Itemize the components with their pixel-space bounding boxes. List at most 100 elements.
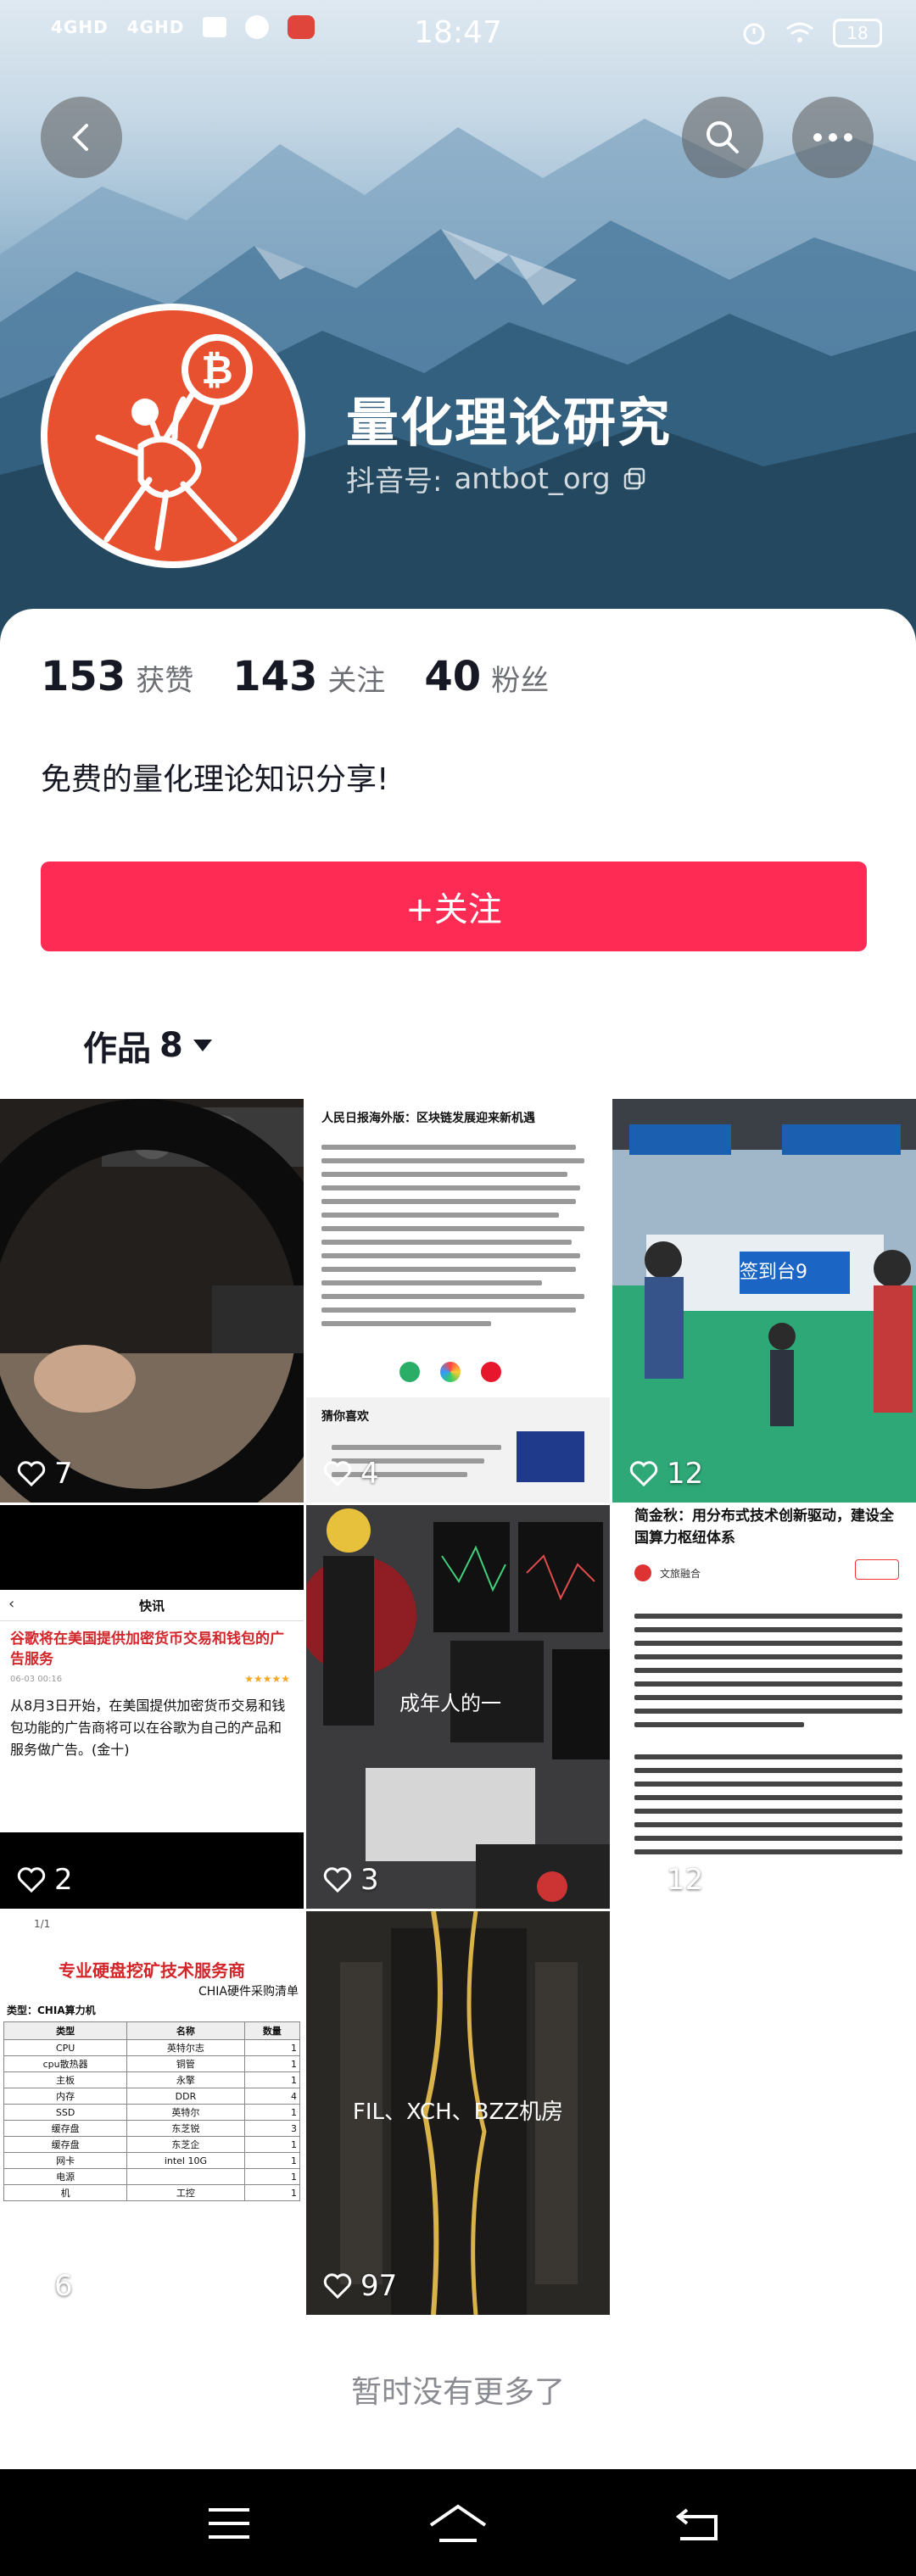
post-thumbnail-4[interactable]: ‹ 快讯 谷歌将在美国提供加密货币交易和钱包的广告服务 06-03 00:16 … [0,1505,304,1909]
hardware-table-cell: 英特尔 [126,2104,245,2121]
wifi-icon [786,22,813,42]
svg-text:₿: ₿ [201,347,233,393]
heart-icon [17,1867,46,1893]
stat-following[interactable]: 143 关注 [232,653,385,700]
post-thumbnail-2[interactable]: 人民日报海外版：区块链发展迎来新机遇 猜你喜欢 4 [306,1099,610,1503]
back-nav-icon[interactable] [673,2505,721,2542]
stat-following-count: 143 [232,653,318,700]
post-thumbnail-8[interactable]: FIL、XCH、BZZ机房 97 [306,1911,610,2315]
post-likes-count-6: 12 [667,1863,704,1897]
works-label: 作品 [83,1029,151,1068]
post-likes-count-4: 2 [54,1863,73,1897]
search-button[interactable] [682,97,763,178]
heart-icon [17,2273,46,2299]
hardware-table-row: cpu散热器 铜管 1 [3,2055,301,2072]
back-button[interactable] [41,97,122,178]
post-7-type: 类型：CHIA算力机 [7,2004,96,2016]
stat-likes-label: 获赞 [136,664,194,698]
post-4-headline: 谷歌将在美国提供加密货币交易和钱包的广告服务 [10,1631,284,1668]
hardware-table-row: 缓存盘 东芝锐 3 [3,2120,301,2137]
system-nav-bar [0,2469,916,2576]
copy-icon[interactable] [623,467,646,491]
battery-indicator: 18 [833,19,882,47]
hardware-table-row: CPU 英特尔志 1 [3,2039,301,2056]
recommend-thumbnail [517,1431,584,1482]
hardware-table-cell: 内存 [3,2088,128,2105]
post-likes-count-7: 6 [54,2269,73,2303]
menu-icon[interactable] [207,2506,251,2540]
more-options-button[interactable] [792,97,874,178]
hardware-table-cell: 东芝锐 [126,2120,245,2137]
handle-label: 抖音号: [346,465,443,499]
profile-name: 量化理论研究 [346,392,673,454]
post-7-subheader: CHIA硬件采购清单 [198,1985,299,1999]
hardware-table-cell: 永擎 [126,2071,245,2088]
heart-icon [323,2273,352,2299]
post-4-body: 从8月3日开始，在美国提供加密货币交易和钱包功能的广告商将可以在谷歌为自己的产品… [10,1698,286,1758]
hardware-table-cell: CPU [3,2039,128,2056]
hardware-table-cell: cpu散热器 [3,2055,128,2072]
post-5-overlay: 成年人的一 [399,1692,501,1715]
hardware-table-cell: 4 [243,2088,301,2105]
hardware-table-cell [126,2168,245,2185]
hardware-table-row: 机工控 1 [3,2184,301,2201]
hardware-table-row: SSD 英特尔 1 [3,2104,301,2121]
profile-handle: 抖音号: antbot_org [346,458,646,499]
profile-cover: 4GHD 4GHD 18:47 18 ₿ 量化理论研究 抖音号: antbot_… [0,0,916,644]
profile-bio: 免费的量化理论知识分享! [41,762,389,797]
post-4-screenshot: ‹ 快讯 谷歌将在美国提供加密货币交易和钱包的广告服务 06-03 00:16 … [0,1590,304,1832]
post-thumbnail-7[interactable]: 1/1 专业硬盘挖矿技术服务商 CHIA硬件采购清单 类型：CHIA算力机 类型… [0,1911,304,2315]
back-arrow-icon [72,124,88,151]
hardware-table-header: 数量 [243,2021,301,2040]
car-steering-wheel-image [0,1099,304,1503]
post-likes-count-5: 3 [360,1863,379,1897]
hardware-table-row: 主板 永擎 1 [3,2071,301,2088]
hardware-table-cell: 缓存盘 [3,2136,128,2153]
stat-followers[interactable]: 40 粉丝 [424,653,549,700]
home-icon[interactable] [427,2503,489,2544]
post-thumbnail-5[interactable]: 成年人的一 3 [306,1505,610,1909]
post-likes-8: 97 [323,2269,397,2303]
post-likes-7: 6 [17,2269,73,2303]
hardware-table-cell: 机 [3,2184,128,2201]
post-likes-5: 3 [323,1863,379,1897]
dropdown-caret-icon [193,1040,212,1051]
heart-icon [629,1867,658,1893]
hardware-table-cell: 1 [243,2184,301,2201]
works-count: 8 [159,1026,183,1065]
hardware-table-cell: 1 [243,2168,301,2185]
hardware-table-row: 内存 DDR 4 [3,2088,301,2105]
post-thumbnail-6[interactable]: 简金秋：用分布式技术创新驱动，建设全国算力枢纽体系 文旅融合 12 [612,1505,916,1909]
post-likes-count-3: 12 [667,1457,704,1491]
hardware-table-cell: DDR [126,2088,245,2105]
follow-button[interactable]: +关注 [41,861,867,951]
hardware-table-cell: 1 [243,2039,301,2056]
avatar[interactable]: ₿ [41,304,305,568]
post-6-body [634,1605,902,1863]
stat-following-label: 关注 [327,664,386,698]
search-icon [707,121,739,153]
post-2-body [321,1136,593,1335]
alarm-icon [743,23,765,45]
post-thumbnail-3[interactable]: 签到台9 12 [612,1099,916,1503]
hardware-table-header: 类型 [3,2021,128,2040]
hardware-table-cell: 1 [243,2136,301,2153]
post-6-source: 文旅融合 [660,1567,701,1580]
stat-followers-count: 40 [424,653,482,700]
hardware-table-cell: 主板 [3,2071,128,2088]
profile-stats: 153 获赞 143 关注 40 粉丝 [41,653,549,700]
post-4-rating: ★★★★★ [244,1673,290,1685]
hardware-table-cell: 工控 [126,2184,245,2201]
post-thumbnail-1[interactable]: 7 [0,1099,304,1503]
event-hall-image [612,1099,916,1503]
hardware-table-cell: 缓存盘 [3,2120,128,2137]
weibo-icon [481,1362,501,1382]
hardware-table-cell: SSD [3,2104,128,2121]
post-likes-count-1: 7 [54,1457,73,1491]
stat-likes[interactable]: 153 获赞 [41,653,193,700]
wechat-icon [399,1362,420,1382]
ant-bitcoin-logo-icon: ₿ [95,334,253,551]
hardware-table-cell: 电源 [3,2168,128,2185]
tab-works[interactable]: 作品 8 [83,1021,214,1070]
post-6-headline: 简金秋：用分布式技术创新驱动，建设全国算力枢纽体系 [634,1508,894,1547]
